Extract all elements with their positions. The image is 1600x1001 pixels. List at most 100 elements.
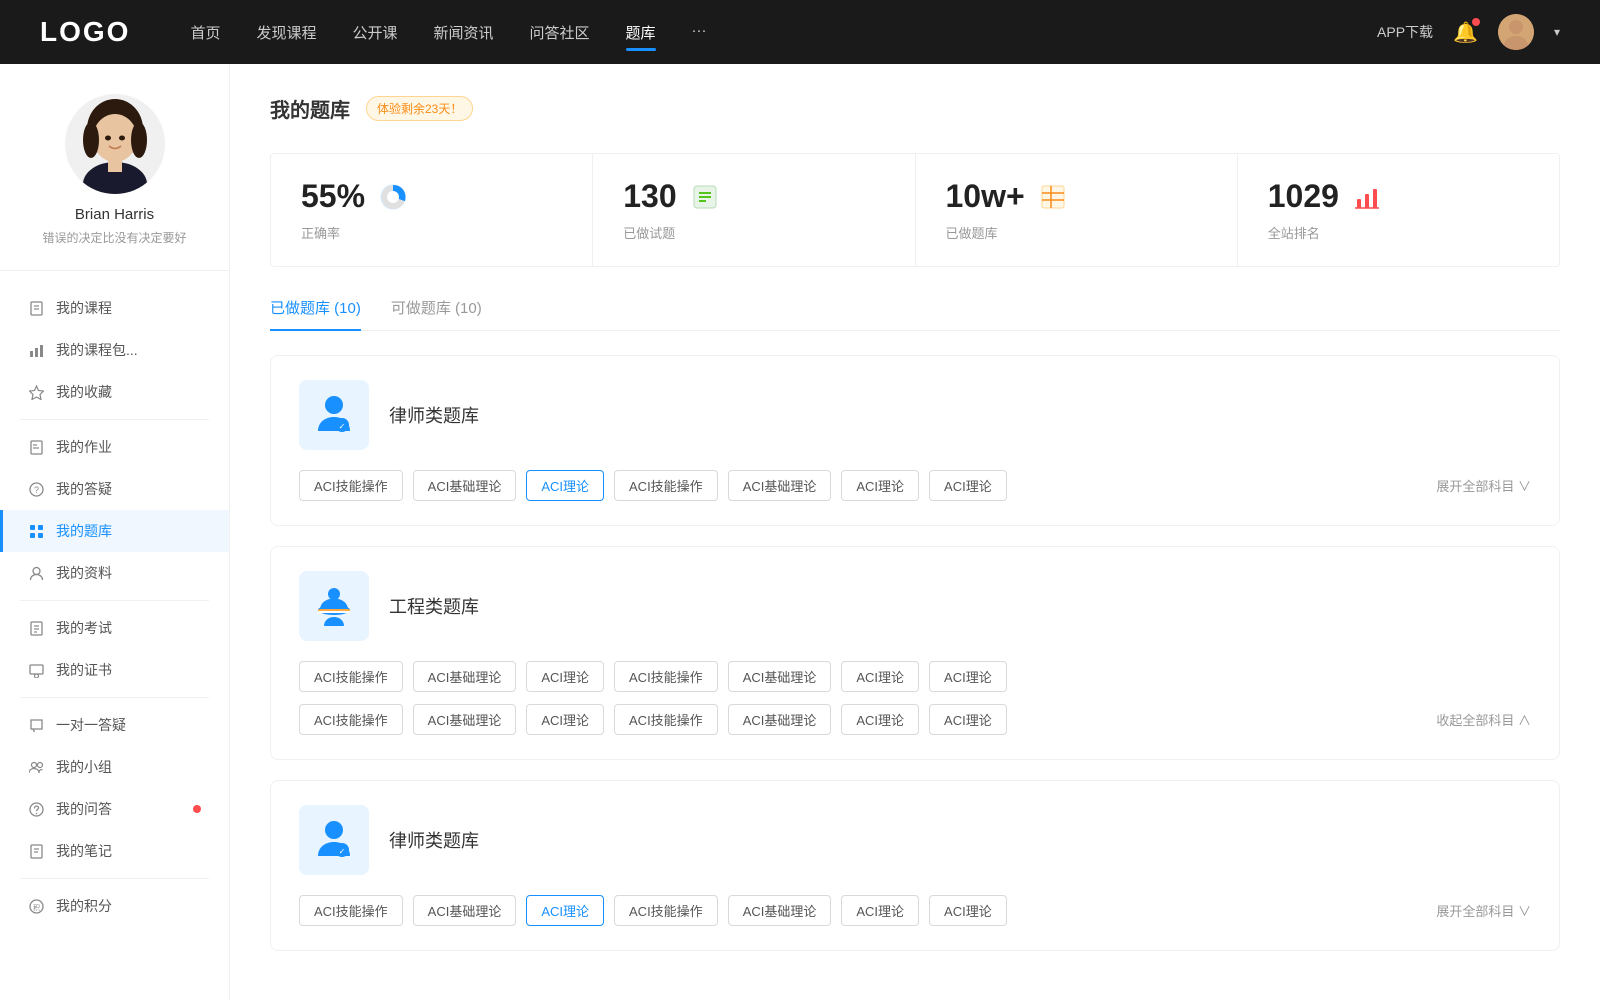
top-nav: LOGO 首页 发现课程 公开课 新闻资讯 问答社区 题库 ··· APP下载 … xyxy=(0,0,1600,64)
sidebar-item-group[interactable]: 我的小组 xyxy=(0,746,229,788)
bank-tag[interactable]: ACI理论 xyxy=(929,704,1007,735)
avatar-image xyxy=(1498,14,1534,50)
table-icon xyxy=(1037,181,1069,213)
bank-tags-row-2a: ACI技能操作 ACI基础理论 ACI理论 ACI技能操作 ACI基础理论 AC… xyxy=(299,661,1531,692)
bar-svg xyxy=(1353,183,1381,211)
notification-bell[interactable]: 🔔 xyxy=(1453,20,1478,45)
tab-done[interactable]: 已做题库 (10) xyxy=(270,297,361,330)
bank-title-3: 律师类题库 xyxy=(389,827,479,853)
sidebar-item-favorites[interactable]: 我的收藏 xyxy=(0,371,229,413)
sidebar-item-questions[interactable]: ? 我的答疑 xyxy=(0,468,229,510)
list-svg xyxy=(691,183,719,211)
document-icon xyxy=(28,300,44,316)
bank-tag[interactable]: ACI理论 xyxy=(841,895,919,926)
bank-tag[interactable]: ACI基础理论 xyxy=(413,661,517,692)
stat-top: 55% xyxy=(301,178,562,215)
expand-link-3[interactable]: 展开全部科目 ∨ xyxy=(1436,901,1531,920)
sidebar-item-notes[interactable]: 我的笔记 xyxy=(0,830,229,872)
chat-icon xyxy=(28,717,44,733)
bank-tag[interactable]: ACI理论 xyxy=(526,704,604,735)
logo: LOGO xyxy=(40,16,130,48)
bank-tag[interactable]: ACI基础理论 xyxy=(728,704,832,735)
bank-tag[interactable]: ACI基础理论 xyxy=(413,704,517,735)
sidebar-item-bank[interactable]: 我的题库 xyxy=(0,510,229,552)
divider-4 xyxy=(20,878,209,879)
bank-tag[interactable]: ACI理论 xyxy=(929,895,1007,926)
bank-tag[interactable]: ACI基础理论 xyxy=(413,470,517,501)
divider-3 xyxy=(20,697,209,698)
bank-tag[interactable]: ACI技能操作 xyxy=(614,704,718,735)
bank-tag[interactable]: ACI基础理论 xyxy=(413,895,517,926)
sidebar-item-packages[interactable]: 我的课程包... xyxy=(0,329,229,371)
tab-todo[interactable]: 可做题库 (10) xyxy=(391,297,482,330)
bank-tag[interactable]: ACI技能操作 xyxy=(299,661,403,692)
bank-tag[interactable]: ACI技能操作 xyxy=(299,895,403,926)
bank-tag[interactable]: ACI基础理论 xyxy=(728,895,832,926)
stat-rank-label: 全站排名 xyxy=(1268,223,1529,242)
stat-questions-label: 已做试题 xyxy=(623,223,884,242)
user-avatar[interactable] xyxy=(1498,14,1534,50)
sidebar-item-exam[interactable]: 我的考试 xyxy=(0,607,229,649)
bank-tag[interactable]: ACI技能操作 xyxy=(614,661,718,692)
sidebar-item-courses[interactable]: 我的课程 xyxy=(0,287,229,329)
pie-chart-svg xyxy=(378,182,408,212)
sidebar-profile: Brian Harris 错误的决定比没有决定要好 xyxy=(0,94,229,271)
stat-rank-value: 1029 xyxy=(1268,178,1339,215)
bank-tag[interactable]: ACI技能操作 xyxy=(299,470,403,501)
nav-qa[interactable]: 问答社区 xyxy=(530,18,590,47)
bank-tag[interactable]: ACI理论 xyxy=(929,470,1007,501)
bank-tag[interactable]: ACI技能操作 xyxy=(299,704,403,735)
main-content: 我的题库 体验剩余23天！ 55% 正确 xyxy=(230,64,1600,1001)
sidebar-item-myqa[interactable]: 我的问答 xyxy=(0,788,229,830)
stat-accuracy-label: 正确率 xyxy=(301,223,562,242)
sidebar-item-tutor[interactable]: 一对一答疑 xyxy=(0,704,229,746)
bank-tag-active[interactable]: ACI理论 xyxy=(526,470,604,501)
nav-right: APP下载 🔔 ▾ xyxy=(1377,14,1560,50)
question-icon: ? xyxy=(28,481,44,497)
bank-tag[interactable]: ACI理论 xyxy=(526,661,604,692)
grid-icon xyxy=(28,523,44,539)
avatar-svg-large xyxy=(65,94,165,194)
bank-tag[interactable]: ACI技能操作 xyxy=(614,895,718,926)
nav-more[interactable]: ··· xyxy=(692,18,707,47)
bank-tag[interactable]: ACI技能操作 xyxy=(614,470,718,501)
sidebar-item-points[interactable]: 积 我的积分 xyxy=(0,885,229,927)
bank-title-2: 工程类题库 xyxy=(389,593,479,619)
lawyer-svg-2: ✓ xyxy=(310,816,358,864)
bar-chart-icon xyxy=(1351,181,1383,213)
bank-tag[interactable]: ACI理论 xyxy=(929,661,1007,692)
sidebar-item-certificate[interactable]: 我的证书 xyxy=(0,649,229,691)
profile-avatar xyxy=(65,94,165,194)
bank-tag[interactable]: ACI理论 xyxy=(841,661,919,692)
stat-top-4: 1029 xyxy=(1268,178,1529,215)
bank-tags-row-3: ACI技能操作 ACI基础理论 ACI理论 ACI技能操作 ACI基础理论 AC… xyxy=(299,895,1531,926)
bank-tag[interactable]: ACI理论 xyxy=(841,470,919,501)
nav-open-course[interactable]: 公开课 xyxy=(352,18,397,47)
user-menu-chevron[interactable]: ▾ xyxy=(1554,25,1560,39)
nav-discover[interactable]: 发现课程 xyxy=(256,18,316,47)
nav-news[interactable]: 新闻资讯 xyxy=(434,18,494,47)
bank-tag[interactable]: ACI基础理论 xyxy=(728,661,832,692)
user-bio: 错误的决定比没有决定要好 xyxy=(42,229,186,246)
sidebar-item-homework[interactable]: 我的作业 xyxy=(0,426,229,468)
nav-bank[interactable]: 题库 xyxy=(626,18,656,47)
expand-link-1[interactable]: 展开全部科目 ∨ xyxy=(1436,476,1531,495)
bank-card-lawyer-2: ✓ 律师类题库 ACI技能操作 ACI基础理论 ACI理论 ACI技能操作 AC… xyxy=(270,780,1560,951)
bank-tag-active[interactable]: ACI理论 xyxy=(526,895,604,926)
stat-top-3: 10w+ xyxy=(946,178,1207,215)
bank-tag[interactable]: ACI基础理论 xyxy=(728,470,832,501)
sidebar-item-profile[interactable]: 我的资料 xyxy=(0,552,229,594)
table-svg xyxy=(1039,183,1067,211)
svg-text:?: ? xyxy=(33,485,38,495)
stat-banks-value: 10w+ xyxy=(946,178,1025,215)
nav-home[interactable]: 首页 xyxy=(190,18,220,47)
svg-text:✓: ✓ xyxy=(339,847,346,856)
collapse-link[interactable]: 收起全部科目 ∧ xyxy=(1436,710,1531,729)
list-icon xyxy=(689,181,721,213)
app-download-link[interactable]: APP下载 xyxy=(1377,22,1433,42)
svg-text:✓: ✓ xyxy=(339,422,346,431)
bank-tag[interactable]: ACI理论 xyxy=(841,704,919,735)
notification-dot xyxy=(1472,18,1480,26)
chart-icon xyxy=(28,342,44,358)
stat-top-2: 130 xyxy=(623,178,884,215)
